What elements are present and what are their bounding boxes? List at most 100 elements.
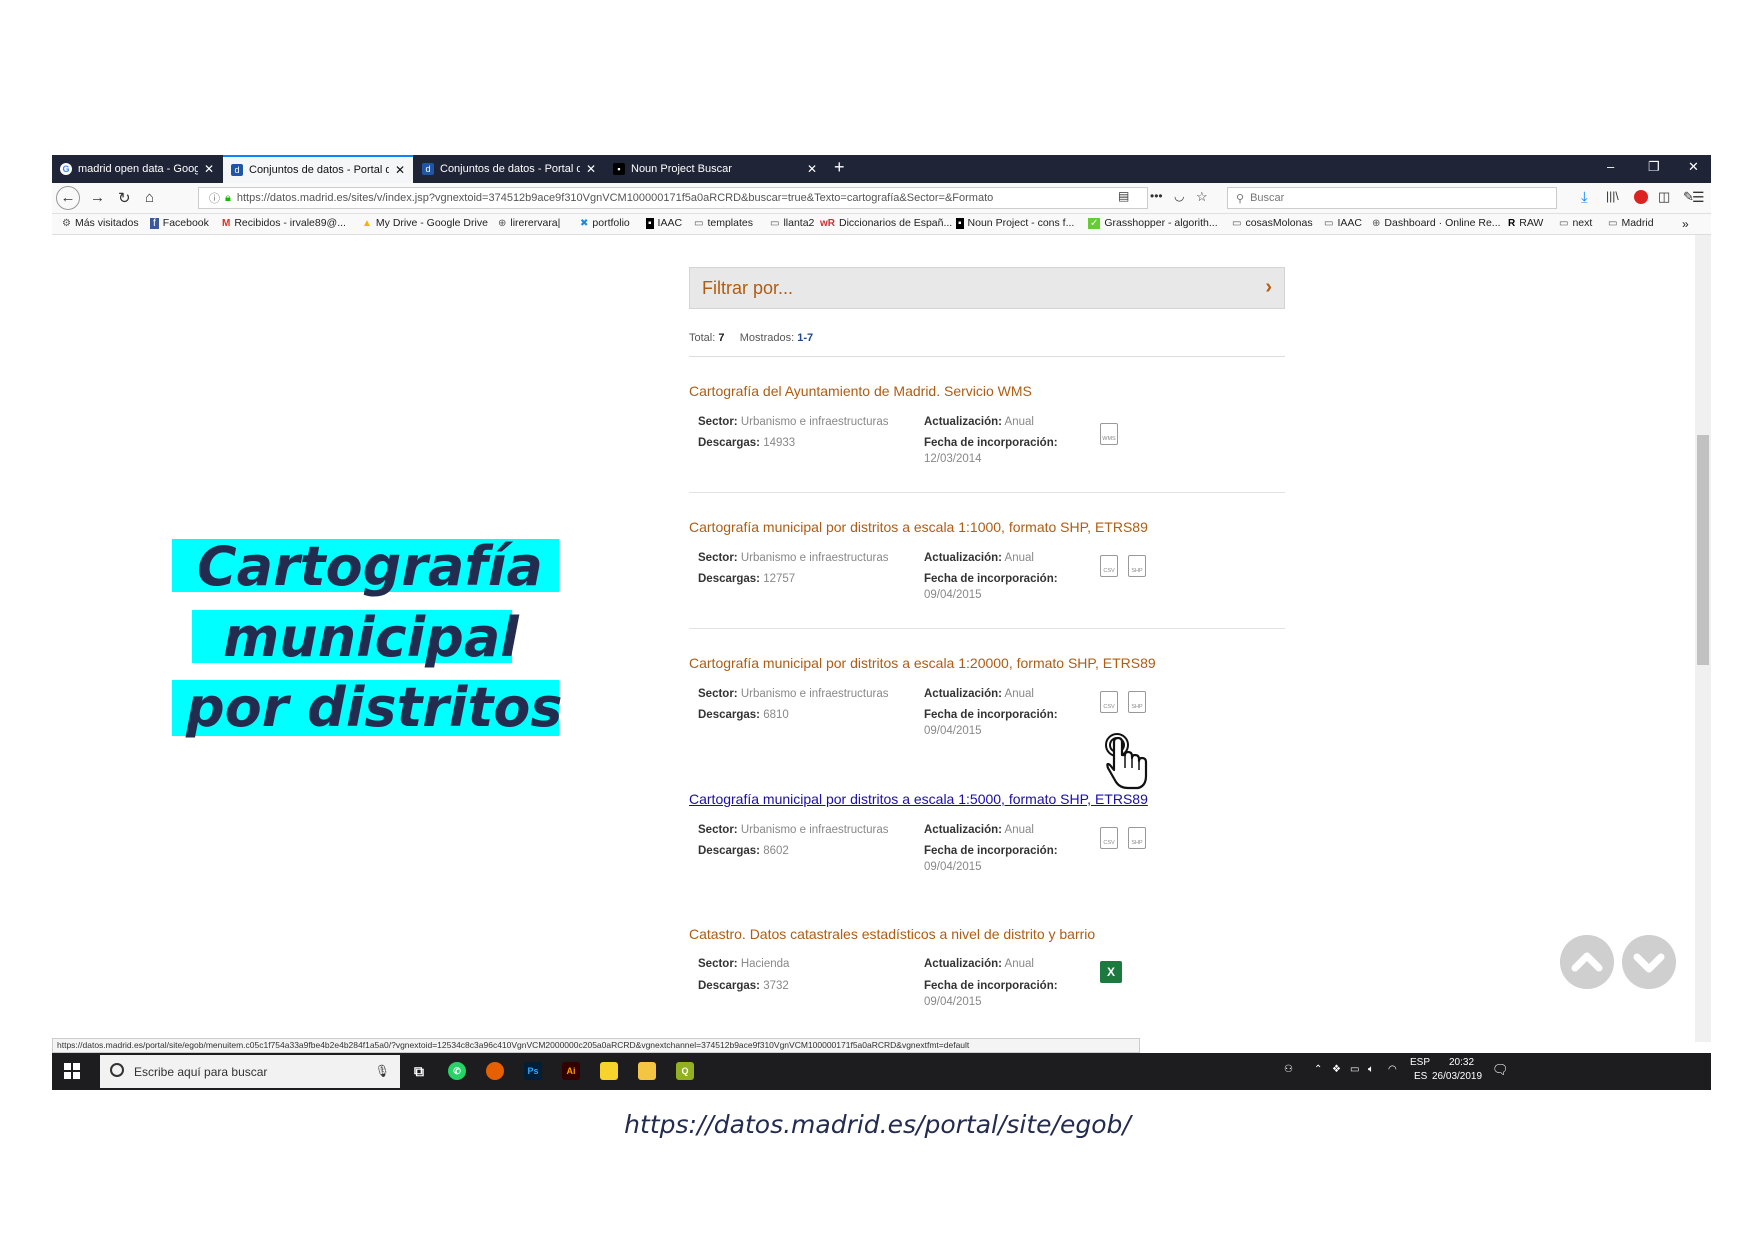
firefox-icon[interactable] — [486, 1062, 504, 1080]
close-tab-icon[interactable]: ✕ — [395, 163, 405, 177]
task-view-icon[interactable]: ⧉ — [410, 1062, 428, 1080]
tab-google[interactable]: G madrid open data - Google Sea ✕ — [52, 155, 222, 183]
madrid-portal-icon: d — [422, 163, 434, 175]
result-title-link[interactable]: Cartografía municipal por distritos a es… — [689, 791, 1148, 807]
bookmark-item[interactable]: ▪ Noun Project - cons f... — [956, 217, 1074, 229]
scroll-up-button[interactable] — [1560, 935, 1614, 989]
bookmark-folder[interactable]: ▭ IAAC — [1324, 217, 1362, 229]
csv-file-icon[interactable]: CSV — [1100, 691, 1118, 713]
result-title-link[interactable]: Cartografía municipal por distritos a es… — [689, 519, 1148, 535]
adblock-icon[interactable] — [1634, 190, 1648, 204]
bookmark-item[interactable]: ▪ IAAC — [646, 217, 682, 229]
globe-icon: ⊕ — [498, 217, 507, 229]
taskbar-search[interactable]: Escribe aquí para buscar 🎙︎ — [100, 1055, 400, 1088]
back-icon[interactable]: ← — [56, 186, 80, 210]
csv-file-icon[interactable]: CSV — [1100, 827, 1118, 849]
raw-icon: R — [1508, 217, 1516, 229]
whatsapp-icon[interactable]: ✆ — [448, 1062, 466, 1080]
people-icon[interactable]: ⚇ — [1284, 1064, 1293, 1075]
download-icon[interactable]: ⤓ — [1581, 189, 1588, 206]
shp-file-icon[interactable]: SHP — [1128, 691, 1146, 713]
result-title-link[interactable]: Cartografía del Ayuntamiento de Madrid. … — [689, 383, 1032, 399]
wifi-icon[interactable]: ◠ — [1388, 1064, 1397, 1075]
notifications-icon[interactable]: 🗨︎ — [1492, 1062, 1509, 1078]
scrollbar[interactable] — [1695, 235, 1711, 1042]
bookmark-item[interactable]: f Facebook — [150, 217, 209, 229]
reader-view-icon[interactable]: ▤ — [1118, 189, 1129, 203]
bookmark-item[interactable]: M Recibidos - irvale89@... — [222, 217, 346, 229]
result-title-link[interactable]: Catastro. Datos catastrales estadísticos… — [689, 926, 1095, 942]
shp-file-icon[interactable]: SHP — [1128, 827, 1146, 849]
menu-icon[interactable]: ☰ — [1692, 189, 1705, 206]
scrollbar-thumb[interactable] — [1697, 435, 1709, 665]
wms-file-icon[interactable]: WMS — [1100, 423, 1118, 445]
bookmark-item[interactable]: R RAW — [1508, 217, 1543, 229]
facebook-icon: f — [150, 217, 159, 229]
folder-icon: ▭ — [770, 217, 780, 229]
dropbox-icon[interactable]: ❖ — [1332, 1064, 1341, 1075]
search-icon: ⚲ — [1236, 192, 1245, 205]
language-top[interactable]: ESP — [1410, 1057, 1430, 1068]
sticky-notes-icon[interactable] — [600, 1062, 618, 1080]
forward-icon[interactable]: → — [90, 189, 105, 206]
bookmark-item[interactable]: ⊕ lirerervara| — [498, 217, 560, 229]
chevron-right-icon: › — [1265, 276, 1272, 298]
bookmark-folder[interactable]: ▭ Madrid — [1608, 217, 1654, 229]
windows-start-icon[interactable] — [64, 1063, 80, 1079]
result-title-link[interactable]: Cartografía municipal por distritos a es… — [689, 655, 1156, 671]
close-tab-icon[interactable]: ✕ — [586, 162, 596, 176]
source-caption: https://datos.madrid.es/portal/site/egob… — [624, 1110, 1131, 1139]
csv-file-icon[interactable]: CSV — [1100, 555, 1118, 577]
xls-file-icon[interactable]: X — [1100, 961, 1122, 983]
bookmark-folder[interactable]: ▭ llanta2 — [770, 217, 814, 229]
close-tab-icon[interactable]: ✕ — [807, 162, 817, 176]
gmail-icon: M — [222, 217, 231, 229]
tray-overflow-icon[interactable]: ⌃ — [1314, 1064, 1322, 1075]
page-actions-icon[interactable]: ••• — [1150, 189, 1163, 203]
bookmark-item[interactable]: ⊕ Dashboard · Online Re... — [1372, 217, 1501, 229]
volume-icon[interactable]: 🔈︎ — [1368, 1064, 1374, 1075]
bookmark-item[interactable]: ▲ My Drive - Google Drive — [362, 217, 488, 229]
home-icon[interactable]: ⌂ — [145, 189, 154, 206]
scroll-down-button[interactable] — [1622, 935, 1676, 989]
bookmarks-overflow-icon[interactable]: » — [1682, 217, 1689, 231]
pocket-icon[interactable]: ◡ — [1174, 189, 1184, 203]
clock-time[interactable]: 20:32 — [1449, 1057, 1474, 1068]
close-window-button[interactable]: ✕ — [1688, 159, 1699, 175]
folder-icon: ▭ — [1608, 217, 1618, 229]
reload-icon[interactable]: ↻ — [118, 189, 131, 207]
lock-icon: 🔒︎ — [225, 191, 231, 204]
filter-bar[interactable]: Filtrar por... › — [689, 267, 1285, 309]
bookmark-item[interactable]: ✓ Grasshopper - algorith... — [1088, 217, 1218, 229]
url-text[interactable]: https://datos.madrid.es/sites/v/index.js… — [237, 192, 993, 204]
photoshop-icon[interactable]: Ps — [524, 1062, 542, 1080]
folder-icon: ▭ — [1324, 217, 1334, 229]
illustrator-icon[interactable]: Ai — [562, 1062, 580, 1080]
qgis-icon[interactable]: Q — [676, 1062, 694, 1080]
restore-button[interactable]: ❐ — [1648, 159, 1660, 175]
bookmark-folder[interactable]: ▭ next — [1559, 217, 1592, 229]
tab-noun-project[interactable]: ▪ Noun Project Buscar ✕ — [605, 155, 825, 183]
new-tab-button[interactable]: + — [834, 157, 845, 178]
bookmark-item[interactable]: ⚙ Más visitados — [62, 217, 139, 229]
sidebar-icon[interactable]: ◫ — [1658, 189, 1670, 205]
tab-conjuntos[interactable]: d Conjuntos de datos - Portal de ✕ — [414, 155, 604, 183]
close-tab-icon[interactable]: ✕ — [204, 162, 214, 176]
info-icon[interactable]: ⓘ — [209, 190, 220, 206]
bookmark-folder[interactable]: ▭ templates — [694, 217, 753, 229]
iaac-icon: ▪ — [646, 217, 654, 229]
bookmark-folder[interactable]: ▭ cosasMolonas — [1232, 217, 1313, 229]
bookmark-item[interactable]: ✖ portfolio — [580, 217, 630, 229]
library-icon[interactable]: |||\ — [1606, 189, 1619, 203]
bookmark-star-icon[interactable]: ☆ — [1196, 189, 1208, 205]
microphone-icon[interactable]: 🎙︎ — [375, 1064, 390, 1078]
shp-file-icon[interactable]: SHP — [1128, 555, 1146, 577]
search-box[interactable]: ⚲ Buscar — [1227, 187, 1557, 209]
tab-conjuntos-active[interactable]: d Conjuntos de datos - Portal de ✕ — [223, 155, 413, 183]
google-icon: G — [60, 163, 72, 175]
url-bar[interactable]: ⓘ 🔒︎ https://datos.madrid.es/sites/v/ind… — [198, 187, 1148, 209]
bookmark-item[interactable]: wR Diccionarios de Españ... — [820, 217, 952, 229]
file-explorer-icon[interactable] — [638, 1062, 656, 1080]
minimize-button[interactable]: – — [1607, 159, 1614, 174]
battery-icon[interactable]: ▭ — [1350, 1064, 1359, 1075]
